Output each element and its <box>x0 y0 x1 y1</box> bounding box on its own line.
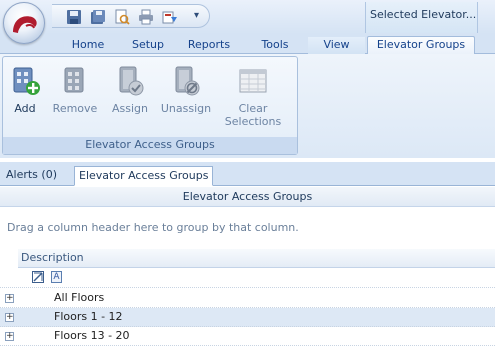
tab-home[interactable]: Home <box>58 37 118 54</box>
clear-selections-label-line2: Selections <box>224 115 282 128</box>
remove-button[interactable]: Remove <box>49 65 101 115</box>
ribbon-tab-bar: Home Setup Reports Tools View Elevator G… <box>0 34 495 55</box>
title-bar: ▾ Selected Elevator... <box>0 0 495 34</box>
unassign-button[interactable]: Unassign <box>157 65 215 115</box>
qat-customize-dropdown[interactable]: ▾ <box>194 10 199 21</box>
table-row[interactable]: + Floors 13 - 20 <box>0 327 495 346</box>
save-all-icon[interactable] <box>90 9 106 25</box>
row-description: All Floors <box>54 291 105 304</box>
quick-access-toolbar: ▾ <box>52 4 210 28</box>
expand-row-icon[interactable]: + <box>5 313 14 322</box>
export-icon[interactable] <box>162 9 178 25</box>
tab-tools[interactable]: Tools <box>244 37 306 54</box>
clear-selections-icon <box>239 69 267 93</box>
ribbon-group-elevator-access-groups: Add Remove Assign Unassign Clear Selecti… <box>2 56 298 155</box>
assign-button[interactable]: Assign <box>105 65 155 115</box>
tab-elevator-access-groups[interactable]: Elevator Access Groups <box>74 166 214 186</box>
group-by-panel[interactable]: Drag a column header here to group by th… <box>0 207 495 245</box>
row-description: Floors 1 - 12 <box>54 310 123 323</box>
ribbon-group-label: Elevator Access Groups <box>3 137 297 154</box>
column-header-description[interactable]: Description <box>18 249 495 268</box>
table-row[interactable]: + All Floors <box>0 289 495 308</box>
unassign-icon <box>175 66 200 96</box>
tab-elevator-groups[interactable]: Elevator Groups <box>367 36 475 55</box>
add-button-label: Add <box>14 102 36 115</box>
clear-selections-label-line1: Clear <box>238 102 268 115</box>
clear-selections-button[interactable]: Clear Selections <box>221 65 285 128</box>
grid-title: Elevator Access Groups <box>0 187 495 207</box>
add-icon <box>13 67 40 95</box>
remove-button-label: Remove <box>52 102 98 115</box>
ribbon-panel: Add Remove Assign Unassign Clear Selecti… <box>0 54 495 158</box>
expand-row-icon[interactable]: + <box>5 332 14 341</box>
add-button[interactable]: Add <box>5 65 45 115</box>
clear-filter-icon[interactable] <box>32 271 44 283</box>
print-icon[interactable] <box>138 9 154 25</box>
row-description: Floors 13 - 20 <box>54 329 130 342</box>
context-tab-title: Selected Elevator... <box>365 2 478 33</box>
tab-view[interactable]: View <box>308 37 365 54</box>
save-icon[interactable] <box>66 9 82 25</box>
application-orb-button[interactable] <box>3 2 45 44</box>
document-tab-bar: Alerts (0) Elevator Access Groups <box>0 162 495 186</box>
assign-icon <box>119 66 144 96</box>
expand-row-icon[interactable]: + <box>5 294 14 303</box>
tab-setup[interactable]: Setup <box>122 37 174 54</box>
filter-row: A <box>0 268 495 288</box>
unassign-button-label: Unassign <box>160 102 212 115</box>
tab-reports[interactable]: Reports <box>176 37 242 54</box>
assign-button-label: Assign <box>112 102 148 115</box>
app-logo-icon <box>13 16 37 33</box>
filter-operator-icon[interactable]: A <box>51 271 62 283</box>
remove-icon <box>64 67 84 93</box>
tab-alerts[interactable]: Alerts (0) <box>2 166 61 186</box>
print-preview-icon[interactable] <box>114 9 130 25</box>
table-row[interactable]: + Floors 1 - 12 <box>0 308 495 327</box>
